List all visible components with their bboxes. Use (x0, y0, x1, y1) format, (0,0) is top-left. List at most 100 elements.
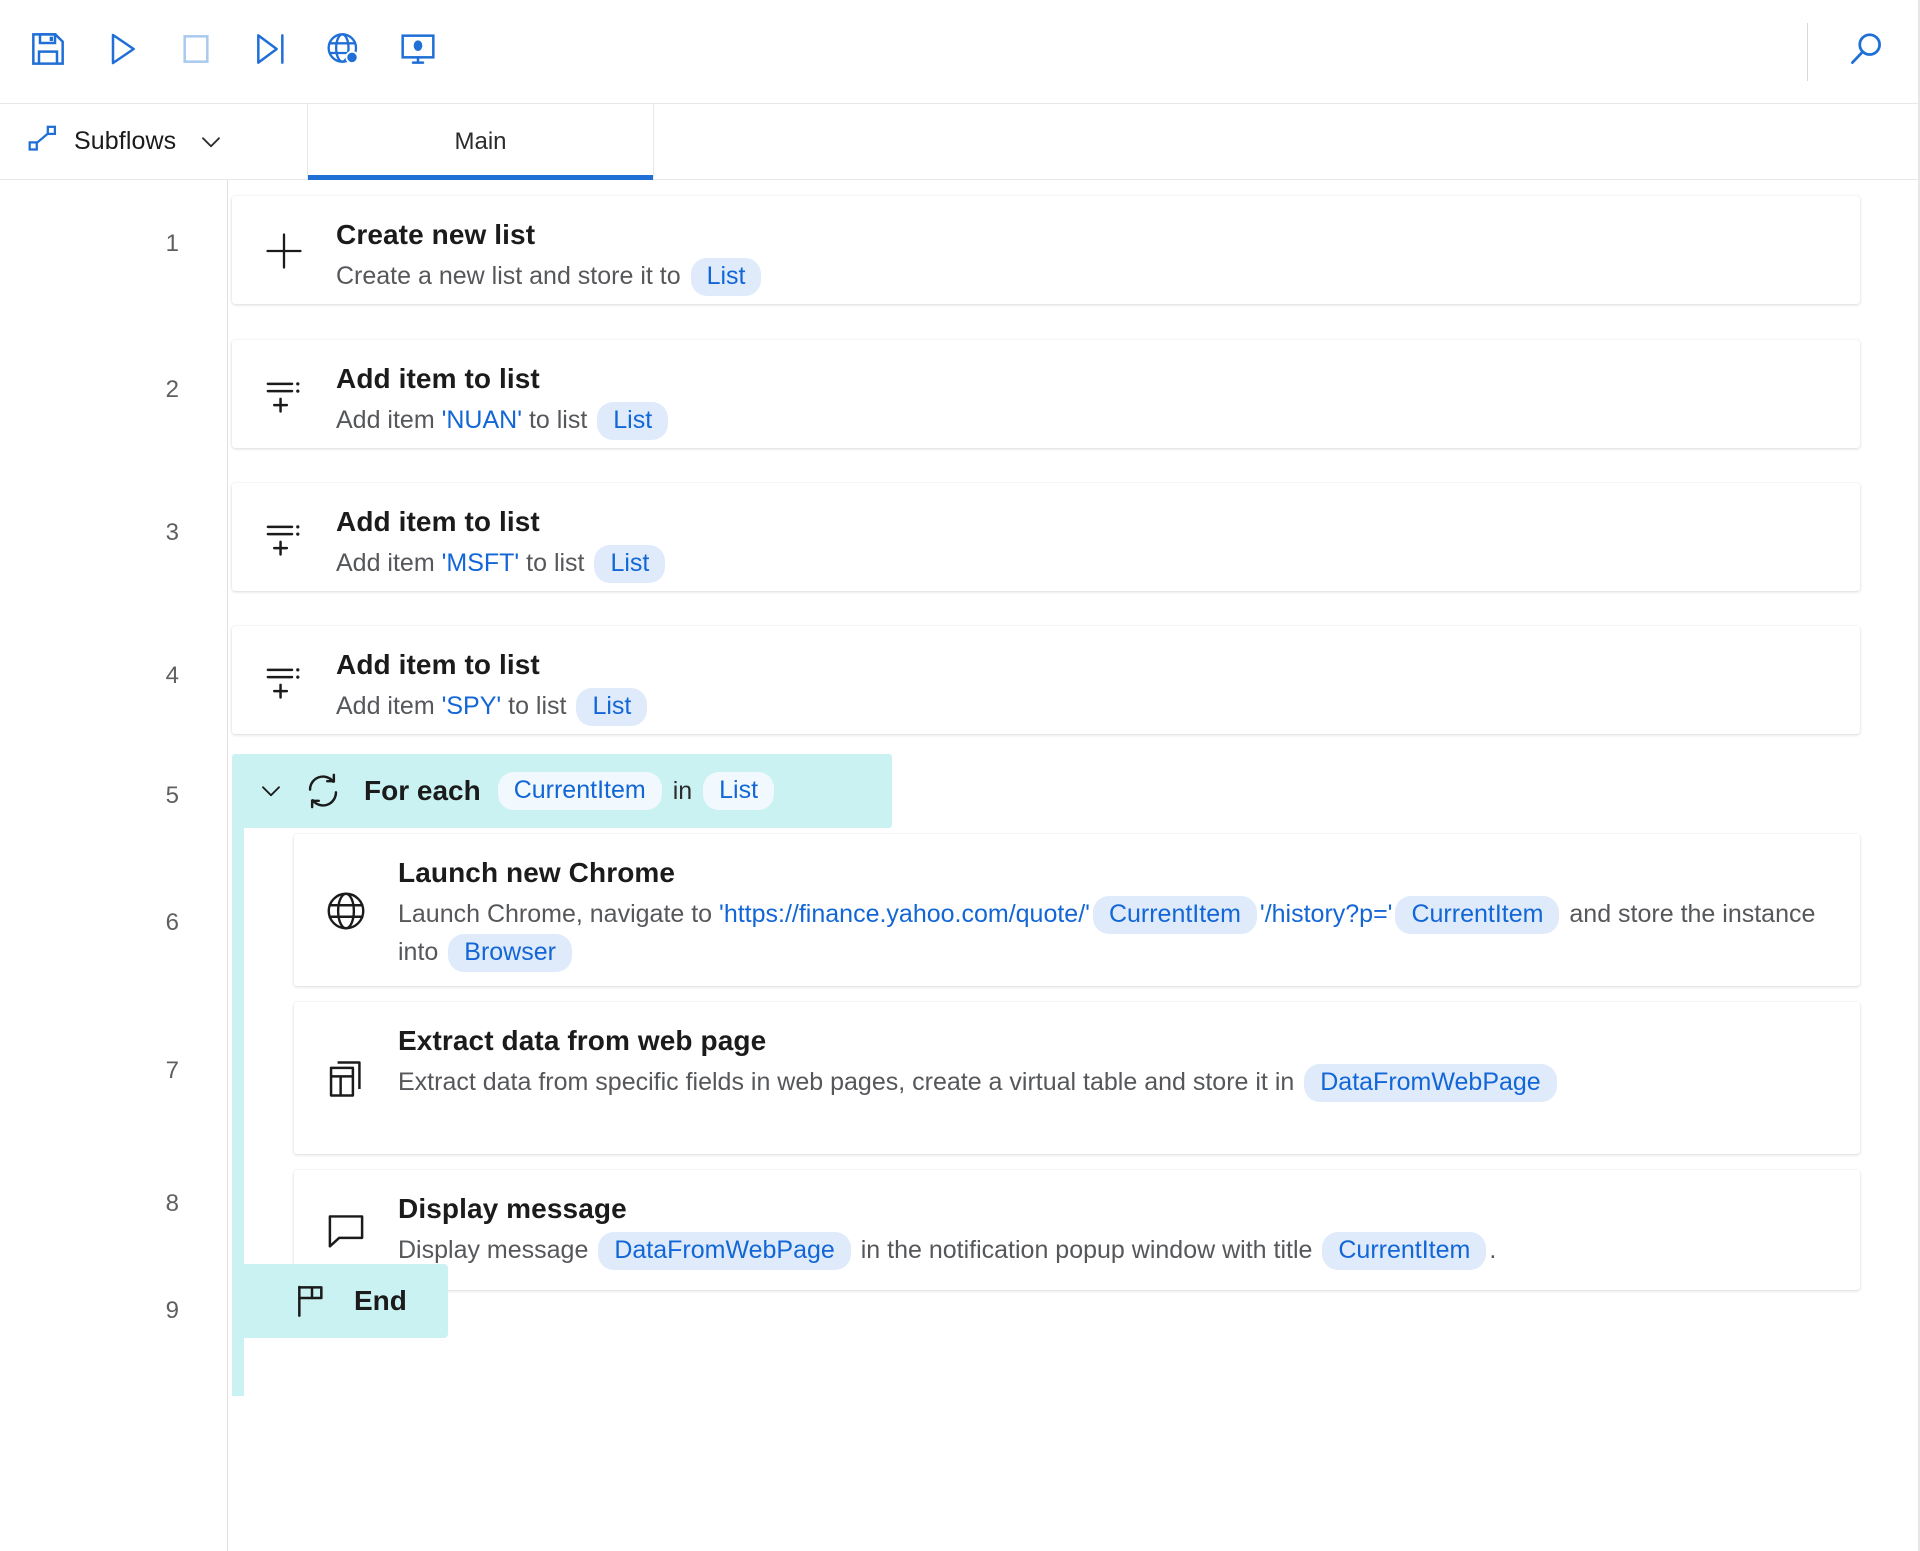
loop-in-word: in (672, 776, 693, 805)
action-row[interactable]: Add item to list Add item 'MSFT' to list… (232, 483, 1860, 591)
desc-text: Display message (398, 1235, 596, 1264)
action-row[interactable]: Create new list Create a new list and st… (232, 196, 1860, 304)
action-description: Launch Chrome, navigate to 'https://fina… (398, 895, 1840, 972)
action-title: Create new list (336, 219, 536, 250)
action-row[interactable]: Add item to list Add item 'SPY' to list … (232, 626, 1860, 734)
line-number: 1 (165, 230, 179, 257)
subflow-icon (26, 122, 60, 161)
action-title: Launch new Chrome (398, 857, 676, 888)
flag-icon (290, 1281, 330, 1321)
line-number: 5 (165, 782, 179, 809)
chevron-down-icon[interactable] (256, 776, 286, 806)
variable-pill[interactable]: List (597, 401, 669, 440)
desc-text: Add item (336, 548, 442, 577)
variable-pill[interactable]: DataFromWebPage (598, 1231, 851, 1270)
search-button[interactable] (1838, 24, 1894, 80)
variable-pill[interactable]: List (594, 544, 666, 583)
play-icon (102, 29, 142, 74)
action-icon-cell (294, 1202, 398, 1259)
action-description: Create a new list and store it to List (336, 257, 1840, 296)
line-number: 3 (165, 519, 179, 546)
variable-pill[interactable]: CurrentItem (1092, 895, 1257, 934)
desc-text: Launch Chrome, navigate to (398, 899, 720, 928)
stop-button[interactable] (168, 24, 224, 80)
subflows-label: Subflows (74, 127, 177, 155)
variable-pill[interactable]: DataFromWebPage (1304, 1063, 1557, 1102)
plus-icon (261, 228, 307, 279)
message-icon (323, 1208, 369, 1259)
desc-text: Extract data from specific fields in web… (398, 1067, 1302, 1096)
line-number: 6 (165, 909, 179, 936)
desc-text: to list (501, 691, 574, 720)
save-icon (28, 29, 68, 74)
desc-text: in the notification popup window with ti… (853, 1235, 1320, 1264)
action-text-cell: Add item to list Add item 'NUAN' to list… (336, 362, 1860, 440)
literal-value: 'MSFT' (441, 548, 520, 577)
flow-canvas: Create new list Create a new list and st… (228, 180, 1918, 1551)
loop-end-label: End (354, 1285, 407, 1316)
action-title: Display message (398, 1193, 627, 1224)
desktop-recorder-button[interactable] (390, 24, 446, 80)
variable-pill[interactable]: CurrentItem (1322, 1231, 1487, 1270)
line-number: 4 (165, 662, 179, 689)
desc-text: Add item (336, 691, 442, 720)
run-next-action-button[interactable] (242, 24, 298, 80)
tab-main-label: Main (454, 127, 507, 155)
subflows-dropdown[interactable]: Subflows (0, 104, 308, 179)
action-description: Add item 'NUAN' to list List (336, 401, 1840, 440)
toolbar-right-group (1807, 22, 1894, 81)
action-row[interactable]: Display message Display message DataFrom… (294, 1170, 1860, 1290)
line-number: 8 (165, 1190, 179, 1217)
action-row[interactable]: Extract data from web page Extract data … (294, 1002, 1860, 1154)
flow-workspace: 1 2 3 4 5 6 7 8 9 Create new list Create… (0, 180, 1918, 1551)
action-icon-cell (294, 882, 398, 939)
action-description: Add item 'MSFT' to list List (336, 544, 1840, 583)
tab-main[interactable]: Main (308, 104, 654, 180)
extract-data-icon (323, 1056, 369, 1107)
action-title: Add item to list (336, 506, 540, 537)
globe-icon (323, 888, 369, 939)
action-icon-cell (232, 366, 336, 423)
desktop-record-icon (398, 29, 438, 74)
loop-end-block[interactable]: End (232, 1264, 448, 1338)
literal-value: 'https://finance.yahoo.com/quote/' (719, 899, 1090, 928)
loop-header[interactable]: For each CurrentItem in List (232, 754, 892, 828)
action-description: Display message DataFromWebPage in the n… (398, 1231, 1840, 1270)
action-text-cell: Create new list Create a new list and st… (336, 218, 1860, 296)
action-title: Add item to list (336, 363, 540, 394)
action-row[interactable]: Launch new Chrome Launch Chrome, navigat… (294, 834, 1860, 986)
loop-title: For each (364, 775, 481, 806)
save-button[interactable] (20, 24, 76, 80)
action-title: Add item to list (336, 649, 540, 680)
action-row[interactable]: Add item to list Add item 'NUAN' to list… (232, 340, 1860, 448)
variable-pill[interactable]: List (576, 687, 648, 726)
variable-pill[interactable]: CurrentItem (1395, 895, 1560, 934)
add-item-to-list-icon (261, 658, 307, 709)
action-description: Add item 'SPY' to list List (336, 687, 1840, 726)
desc-text: Add item (336, 405, 442, 434)
run-button[interactable] (94, 24, 150, 80)
loop-collection-pill[interactable]: List (703, 772, 775, 810)
action-text-cell: Add item to list Add item 'SPY' to list … (336, 648, 1860, 726)
line-number-gutter: 1 2 3 4 5 6 7 8 9 (0, 180, 228, 1551)
run-next-action-icon (250, 29, 290, 74)
main-toolbar (0, 0, 1918, 104)
desc-text: to list (519, 548, 592, 577)
variable-pill[interactable]: Browser (448, 933, 572, 972)
action-text-cell: Launch new Chrome Launch Chrome, navigat… (398, 856, 1860, 972)
web-recorder-button[interactable] (316, 24, 372, 80)
power-automate-desktop-flow-designer: Subflows Main 1 2 3 4 5 6 7 8 9 Create n… (0, 0, 1920, 1551)
add-item-to-list-icon (261, 372, 307, 423)
add-item-to-list-icon (261, 515, 307, 566)
variable-pill[interactable]: List (690, 257, 762, 296)
toolbar-divider (1807, 22, 1808, 81)
literal-value: '/history?p=' (1259, 899, 1393, 928)
action-text-cell: Extract data from web page Extract data … (398, 1024, 1860, 1102)
line-number: 7 (165, 1057, 179, 1084)
subflow-tab-bar: Subflows Main (0, 104, 1918, 180)
literal-value: 'NUAN' (441, 405, 522, 434)
desc-text: to list (522, 405, 595, 434)
chevron-down-icon (196, 127, 226, 157)
loop-variable-pill[interactable]: CurrentItem (497, 772, 662, 810)
action-icon-cell (232, 509, 336, 566)
